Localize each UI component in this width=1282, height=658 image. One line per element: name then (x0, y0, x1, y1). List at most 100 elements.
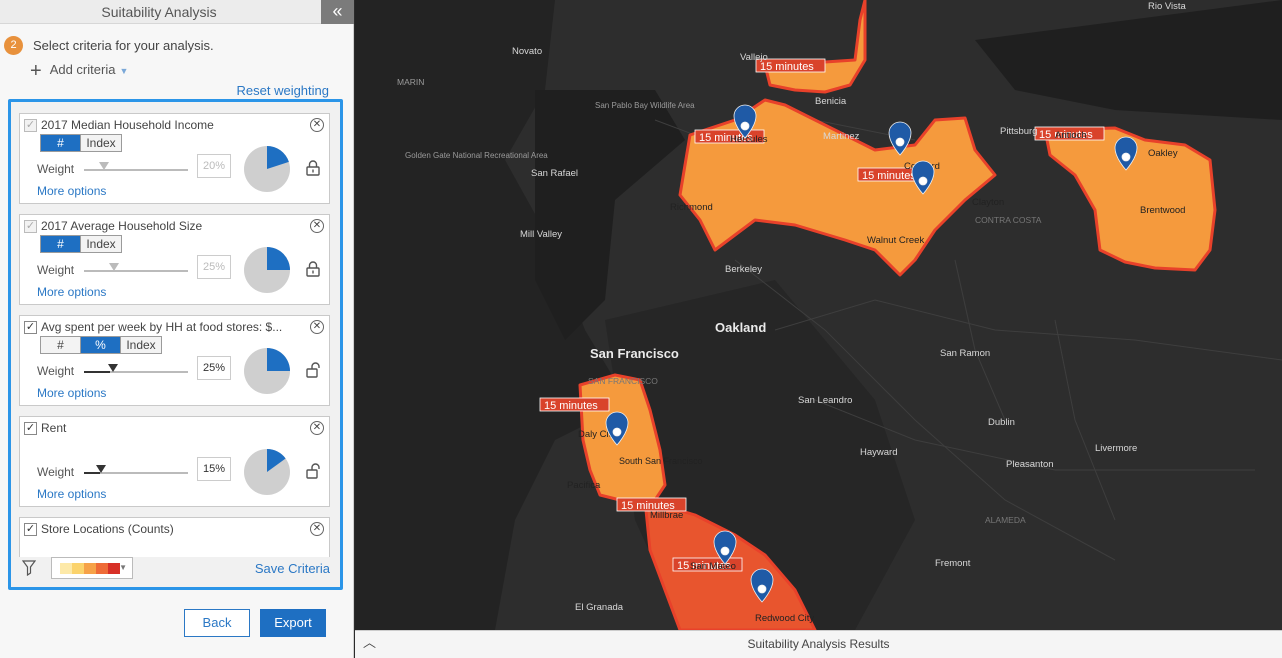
slider-thumb[interactable] (99, 162, 109, 170)
step-instruction: Select criteria for your analysis. (33, 38, 214, 53)
weight-input[interactable]: 25% (197, 356, 231, 380)
close-icon[interactable]: ✕ (310, 219, 324, 233)
criteria-card: ✓ Avg spent per week by HH at food store… (19, 315, 330, 406)
close-icon[interactable]: ✕ (310, 118, 324, 132)
back-button[interactable]: Back (184, 609, 250, 637)
toggle-percent[interactable]: % (81, 337, 121, 353)
weight-input[interactable]: 15% (197, 457, 231, 481)
criteria-card: ✓ Rent ✕ Weight 15% More options (19, 416, 330, 507)
place-label: Vallejo (740, 52, 768, 63)
weight-pie-chart (244, 146, 290, 192)
more-options-link[interactable]: More options (37, 184, 106, 198)
weight-slider[interactable] (84, 162, 188, 171)
place-label: MARIN (397, 77, 424, 87)
criteria-checkbox[interactable]: ✓ (24, 523, 37, 536)
criteria-title: Rent (41, 421, 67, 435)
criteria-card: ✓ Store Locations (Counts) ✕ (19, 517, 330, 557)
place-label: San Ramon (940, 348, 990, 359)
weight-label: Weight (37, 364, 75, 378)
criteria-title: 2017 Median Household Income (41, 118, 214, 132)
weight-slider[interactable] (84, 364, 188, 373)
toggle-index[interactable]: Index (121, 337, 161, 353)
filter-icon[interactable] (22, 560, 36, 576)
more-options-link[interactable]: More options (37, 285, 106, 299)
ramp-swatch (60, 563, 72, 574)
criteria-checkbox[interactable]: ✓ (24, 220, 37, 233)
step-number-badge: 2 (4, 36, 23, 55)
place-label: Hercules (730, 134, 768, 145)
ramp-swatch (72, 563, 84, 574)
place-label: Novato (512, 46, 542, 57)
ramp-swatch (96, 563, 108, 574)
toggle-index[interactable]: Index (81, 236, 121, 252)
ramp-swatch (84, 563, 96, 574)
slider-thumb[interactable] (96, 465, 106, 473)
weight-label: Weight (37, 465, 75, 479)
place-label: Oakley (1148, 148, 1178, 159)
place-label: San Rafael (531, 168, 578, 179)
results-bar: ︿ Suitability Analysis Results (355, 630, 1282, 658)
criteria-checkbox[interactable]: ✓ (24, 422, 37, 435)
unlock-icon[interactable] (306, 463, 320, 479)
place-label: Walnut Creek (867, 235, 924, 246)
close-icon[interactable]: ✕ (310, 320, 324, 334)
close-icon[interactable]: ✕ (310, 421, 324, 435)
place-label: South San Francisco (619, 456, 703, 466)
unlock-icon[interactable] (306, 362, 320, 378)
drive-time-label: 15 minutes (760, 61, 814, 73)
slider-fill (84, 270, 110, 272)
lock-icon[interactable] (306, 261, 320, 277)
place-label: Millbrae (650, 510, 683, 521)
drive-time-label: 15 minutes (544, 400, 598, 412)
suitability-panel: Suitability Analysis « 2 Select criteria… (0, 0, 354, 658)
place-label: Brentwood (1140, 205, 1185, 216)
slider-thumb[interactable] (109, 263, 119, 271)
weight-slider[interactable] (84, 465, 188, 474)
place-label: Benicia (815, 96, 847, 107)
toggle-count[interactable]: # (41, 135, 81, 151)
place-label: Martinez (823, 131, 860, 142)
criteria-checkbox[interactable]: ✓ (24, 321, 37, 334)
reset-weighting-link[interactable]: Reset weighting (237, 83, 330, 98)
toggle-count[interactable]: # (41, 337, 81, 353)
map-canvas: 15 minutes 15 minutes 15 minutes 15 minu… (355, 0, 1282, 630)
weight-slider[interactable] (84, 263, 188, 272)
weight-input[interactable]: 25% (197, 255, 231, 279)
collapse-panel-icon[interactable]: « (321, 0, 354, 24)
more-options-link[interactable]: More options (37, 386, 106, 400)
place-label: El Granada (575, 602, 624, 613)
save-criteria-link[interactable]: Save Criteria (255, 561, 330, 576)
weight-input[interactable]: 20% (197, 154, 231, 178)
weight-label: Weight (37, 263, 75, 277)
value-type-toggle: # Index (40, 134, 122, 152)
export-button[interactable]: Export (260, 609, 326, 637)
criteria-checkbox[interactable]: ✓ (24, 119, 37, 132)
place-label: SAN FRANCISCO (588, 376, 658, 386)
pie-slice (267, 247, 290, 270)
more-options-link[interactable]: More options (37, 487, 106, 501)
toggle-count[interactable]: # (41, 236, 81, 252)
add-criteria-button[interactable]: + Add criteria ▼ (30, 60, 128, 82)
place-label: Dublin (988, 417, 1015, 428)
plus-icon: + (30, 60, 42, 82)
value-type-toggle: # Index (40, 235, 122, 253)
place-label: Berkeley (725, 264, 762, 275)
toggle-index[interactable]: Index (81, 135, 121, 151)
place-label: Oakland (715, 320, 766, 335)
weight-pie-chart (244, 247, 290, 293)
close-icon[interactable]: ✕ (310, 522, 324, 536)
lock-icon[interactable] (306, 160, 320, 176)
map-view[interactable]: 15 minutes 15 minutes 15 minutes 15 minu… (355, 0, 1282, 630)
place-label: San Leandro (798, 395, 852, 406)
slider-thumb[interactable] (108, 364, 118, 372)
slider-fill (84, 371, 110, 373)
chevron-down-icon: ▼ (119, 563, 127, 572)
place-label: Hayward (860, 447, 898, 458)
value-type-toggle: # % Index (40, 336, 162, 354)
place-label: CONTRA COSTA (975, 215, 1042, 225)
place-label: Fremont (935, 558, 971, 569)
place-label: Richmond (670, 202, 713, 213)
color-ramp-select[interactable]: ▼ (51, 557, 133, 579)
results-bar-label: Suitability Analysis Results (747, 637, 890, 651)
place-label: Clayton (972, 197, 1004, 208)
